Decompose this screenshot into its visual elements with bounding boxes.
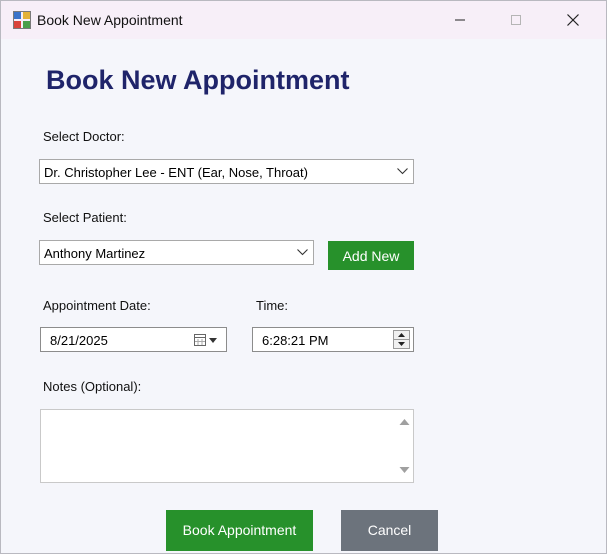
chevron-down-icon bbox=[297, 249, 308, 256]
close-button[interactable] bbox=[550, 1, 596, 39]
patient-label: Select Patient: bbox=[43, 210, 127, 225]
doctor-select-value: Dr. Christopher Lee - ENT (Ear, Nose, Th… bbox=[44, 165, 308, 180]
notes-label: Notes (Optional): bbox=[43, 379, 142, 394]
chevron-down-icon bbox=[397, 168, 408, 175]
cancel-button[interactable]: Cancel bbox=[341, 510, 438, 551]
spin-down-button[interactable] bbox=[394, 340, 409, 348]
time-spinner[interactable] bbox=[393, 330, 410, 349]
spin-up-icon bbox=[398, 333, 405, 337]
time-label: Time: bbox=[256, 298, 289, 313]
doctor-label: Select Doctor: bbox=[43, 129, 125, 144]
close-icon bbox=[567, 14, 579, 26]
patient-select[interactable]: Anthony Martinez bbox=[39, 240, 314, 265]
notes-scrollbar[interactable] bbox=[396, 410, 413, 482]
calendar-dropdown-button[interactable] bbox=[193, 333, 221, 350]
book-appointment-window: Book New Appointment Book New Appointmen… bbox=[0, 0, 607, 554]
time-value: 6:28:21 PM bbox=[262, 333, 329, 348]
time-picker[interactable]: 6:28:21 PM bbox=[252, 327, 414, 352]
title-bar: Book New Appointment bbox=[1, 1, 606, 39]
maximize-icon bbox=[511, 15, 521, 25]
app-icon bbox=[13, 11, 31, 29]
add-new-patient-button[interactable]: Add New bbox=[328, 241, 414, 270]
page-title: Book New Appointment bbox=[46, 65, 350, 95]
appointment-date-value: 8/21/2025 bbox=[50, 333, 108, 348]
spin-down-icon bbox=[398, 342, 405, 346]
book-appointment-button[interactable]: Book Appointment bbox=[166, 510, 313, 551]
appointment-date-label: Appointment Date: bbox=[43, 298, 151, 313]
appointment-date-picker[interactable]: 8/21/2025 bbox=[40, 327, 227, 352]
patient-select-value: Anthony Martinez bbox=[44, 246, 146, 261]
spin-up-button[interactable] bbox=[394, 331, 409, 340]
maximize-button[interactable] bbox=[493, 1, 539, 39]
minimize-button[interactable] bbox=[437, 1, 483, 39]
calendar-icon bbox=[194, 334, 217, 346]
minimize-icon bbox=[455, 19, 465, 21]
window-title: Book New Appointment bbox=[37, 12, 183, 28]
doctor-select[interactable]: Dr. Christopher Lee - ENT (Ear, Nose, Th… bbox=[39, 159, 414, 184]
scroll-up-icon[interactable] bbox=[399, 418, 410, 426]
scroll-down-icon[interactable] bbox=[399, 466, 410, 474]
notes-textarea[interactable] bbox=[40, 409, 414, 483]
